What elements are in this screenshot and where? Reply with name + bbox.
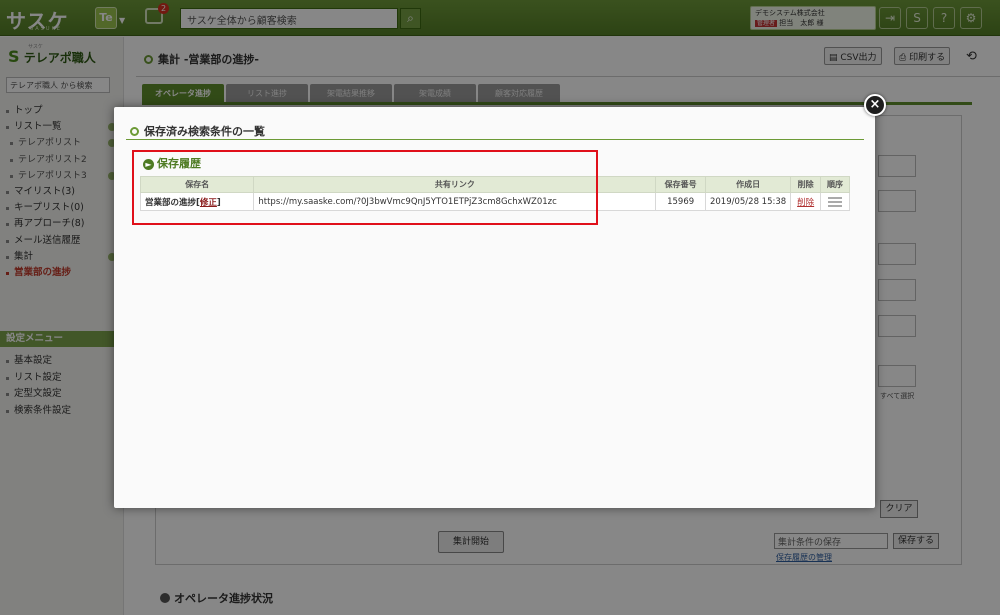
column-header: 順序 <box>820 176 850 193</box>
close-modal-button[interactable]: × <box>864 94 886 116</box>
save-number-cell: 15969 <box>655 192 706 211</box>
title-bullet-icon <box>130 127 139 136</box>
column-header: 削除 <box>790 176 822 193</box>
modal-title: 保存済み検索条件の一覧 <box>130 123 265 139</box>
modal-divider <box>126 139 864 140</box>
drag-handle[interactable] <box>820 192 850 211</box>
created-date-cell: 2019/05/28 15:38 <box>704 192 792 211</box>
column-header: 作成日 <box>704 176 792 193</box>
column-header: 保存番号 <box>655 176 706 193</box>
delete-link[interactable]: 削除 <box>790 192 822 211</box>
drag-handle-icon[interactable] <box>828 196 843 207</box>
highlight-box <box>132 150 598 225</box>
